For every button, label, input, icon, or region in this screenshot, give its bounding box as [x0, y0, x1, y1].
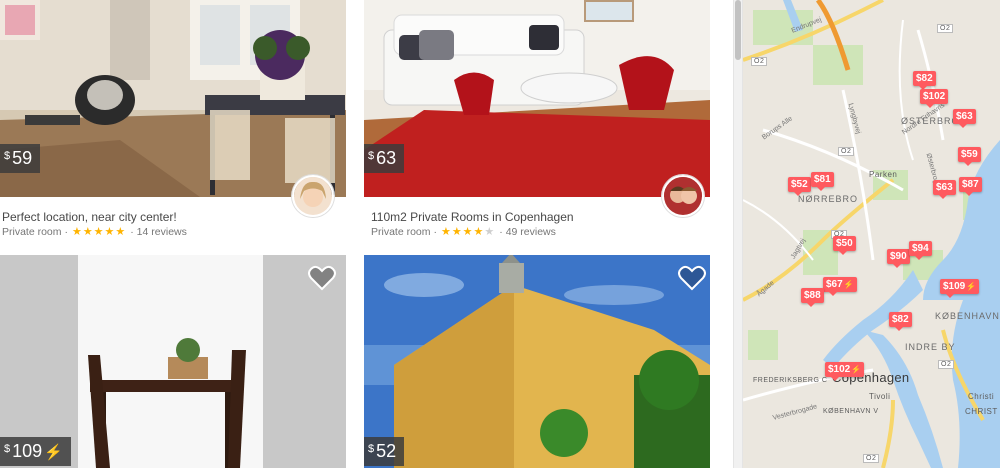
heart-icon-graphic: [678, 265, 706, 291]
map-price-pin[interactable]: $52: [788, 177, 811, 196]
district-label: CHRIST: [965, 407, 998, 416]
map-price-pin[interactable]: $63: [953, 109, 976, 128]
price-tag: $ 109 ⚡: [0, 437, 71, 466]
district-label: INDRE BY: [905, 342, 956, 352]
map-panel[interactable]: O2 O2 O2 O2 O2 O2 Endrupvej Lyngbyvej Bo…: [743, 0, 1000, 468]
route-badge: O2: [751, 57, 768, 66]
instant-book-icon: ⚡: [44, 443, 63, 461]
star-rating: ★★★★★: [441, 225, 495, 238]
listing-photo[interactable]: $ 52: [364, 255, 710, 468]
map-price-pin[interactable]: $102 ⚡: [825, 362, 865, 381]
listing-photo[interactable]: $ 63: [364, 0, 710, 197]
route-badge: O2: [938, 360, 955, 369]
price-tag: $ 52: [364, 437, 405, 466]
review-count: · 14 reviews: [130, 225, 187, 238]
listing-card[interactable]: $ 59 Perfect location, near city center!…: [0, 0, 346, 245]
map-price-pin[interactable]: $88: [801, 288, 824, 307]
map-price-pin[interactable]: $63: [933, 180, 956, 199]
listing-meta: Private room · ★★★★★ · 49 reviews: [371, 225, 556, 239]
host-avatar[interactable]: [662, 175, 704, 217]
price-amount: 52: [376, 441, 397, 461]
map-price-pin[interactable]: $67 ⚡: [823, 277, 857, 296]
landmark-label: Tivoli: [869, 392, 891, 401]
map-price-pin[interactable]: $82: [889, 312, 912, 331]
currency-symbol: $: [4, 149, 11, 162]
price-tag: $ 59: [0, 144, 41, 173]
listing-title[interactable]: 110m2 Private Rooms in Copenhagen: [371, 210, 574, 224]
listing-card[interactable]: $ 52: [364, 255, 710, 468]
currency-symbol: $: [368, 442, 375, 455]
map-price-pin[interactable]: $109 ⚡: [940, 279, 980, 298]
map-price-pin[interactable]: $102: [920, 89, 949, 108]
landmark-label: Christi: [968, 392, 995, 401]
map-price-pin[interactable]: $82: [913, 71, 936, 90]
listing-photo[interactable]: $ 59: [0, 0, 346, 197]
room-photo-illustration: [0, 0, 346, 197]
meta-separator: ·: [430, 225, 437, 238]
map-price-pin[interactable]: $50: [833, 236, 856, 255]
route-badge: O2: [838, 147, 855, 156]
pin-price: $67: [826, 279, 843, 290]
room-photo-illustration: [364, 0, 710, 197]
map-price-pin[interactable]: $81: [811, 172, 834, 191]
review-count: · 49 reviews: [499, 225, 556, 238]
pin-price: $109: [943, 281, 966, 292]
listings-panel: $ 59 Perfect location, near city center!…: [0, 0, 733, 468]
stars-filled: ★★★★: [440, 226, 485, 238]
district-label: NØRREBRO: [798, 194, 859, 204]
district-label: KØBENHAVN K: [935, 311, 1000, 321]
heart-icon-graphic: [308, 265, 336, 291]
pin-price: $102: [828, 364, 851, 375]
scrollbar[interactable]: [735, 0, 741, 60]
panel-divider: [733, 0, 743, 468]
map-price-pin[interactable]: $59: [958, 147, 981, 166]
instant-book-icon: ⚡: [843, 280, 854, 289]
listing-title[interactable]: Perfect location, near city center!: [2, 210, 177, 224]
stars-filled: ★★★★★: [71, 226, 127, 238]
star-rating: ★★★★★: [72, 225, 126, 238]
instant-book-icon: ⚡: [966, 282, 977, 291]
price-tag: $ 63: [364, 144, 405, 173]
district-label: KØBENHAVN V: [823, 408, 879, 415]
room-type: Private room: [2, 225, 62, 238]
listing-meta: Private room · ★★★★★ · 14 reviews: [2, 225, 187, 239]
currency-symbol: $: [368, 149, 375, 162]
district-label: FREDERIKSBERG C: [753, 377, 828, 384]
room-type: Private room: [371, 225, 431, 238]
stars-empty: ★: [484, 226, 496, 238]
map-price-pin[interactable]: $90: [887, 249, 910, 268]
route-badge: O2: [937, 24, 954, 33]
landmark-label: Parken: [869, 170, 898, 179]
listing-card[interactable]: $ 109 ⚡: [0, 255, 346, 468]
host-photo: [294, 177, 332, 215]
meta-separator: ·: [61, 225, 68, 238]
map-price-pin[interactable]: $87: [959, 177, 982, 196]
currency-symbol: $: [4, 442, 11, 455]
district-label: ØSTERBRO: [901, 116, 960, 126]
host-photo: [664, 177, 702, 215]
route-badge: O2: [863, 454, 880, 463]
price-amount: 63: [376, 148, 397, 168]
heart-icon[interactable]: [678, 265, 706, 291]
listing-card[interactable]: $ 63 110m2 Private Rooms in Copenhagen P…: [364, 0, 710, 245]
map-price-pin[interactable]: $94: [909, 241, 932, 260]
instant-book-icon: ⚡: [851, 365, 862, 374]
price-amount: 59: [12, 148, 33, 168]
price-amount: 109: [12, 441, 43, 461]
building-photo-illustration: [364, 255, 710, 468]
heart-icon[interactable]: [308, 265, 336, 291]
host-avatar[interactable]: [292, 175, 334, 217]
listing-photo[interactable]: $ 109 ⚡: [0, 255, 346, 468]
